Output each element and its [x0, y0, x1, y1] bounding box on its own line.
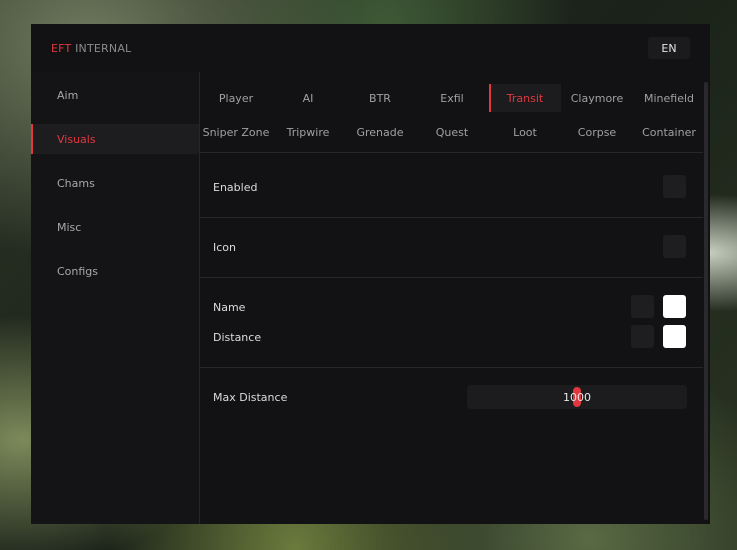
- tab-corpse[interactable]: Corpse: [561, 118, 633, 146]
- icon-label: Icon: [213, 241, 236, 254]
- max-distance-slider[interactable]: 1000: [467, 385, 687, 409]
- scrollbar[interactable]: [704, 82, 708, 520]
- logo-rest-text: INTERNAL: [71, 42, 132, 55]
- enabled-checkbox[interactable]: [663, 175, 686, 198]
- tab-exfil[interactable]: Exfil: [416, 84, 488, 112]
- tab-minefield[interactable]: Minefield: [633, 84, 705, 112]
- divider: [200, 277, 703, 278]
- main-content: Player AI BTR Exfil Transit Claymore Min…: [199, 72, 708, 524]
- slider-value: 1000: [563, 390, 591, 404]
- sidebar-item-configs[interactable]: Configs: [31, 256, 199, 286]
- distance-label: Distance: [213, 331, 262, 344]
- tab-container[interactable]: Container: [633, 118, 705, 146]
- sidebar-item-misc[interactable]: Misc: [31, 212, 199, 242]
- tab-grenade[interactable]: Grenade: [344, 118, 416, 146]
- tab-tripwire[interactable]: Tripwire: [272, 118, 344, 146]
- logo-accent-text: EFT: [51, 42, 72, 55]
- tab-ai[interactable]: AI: [272, 84, 344, 112]
- sidebar-item-chams[interactable]: Chams: [31, 168, 199, 198]
- divider: [200, 217, 703, 218]
- enabled-label: Enabled: [213, 181, 258, 194]
- tab-transit[interactable]: Transit: [489, 84, 561, 112]
- name-color-swatch[interactable]: [663, 295, 686, 318]
- sidebar: Aim Visuals Chams Misc Configs: [31, 72, 199, 524]
- icon-checkbox[interactable]: [663, 235, 686, 258]
- tab-loot[interactable]: Loot: [489, 118, 561, 146]
- divider: [200, 367, 703, 368]
- tab-sniper-zone[interactable]: Sniper Zone: [200, 118, 272, 146]
- name-label: Name: [213, 301, 246, 314]
- tab-btr[interactable]: BTR: [344, 84, 416, 112]
- tab-player[interactable]: Player: [200, 84, 272, 112]
- tab-claymore[interactable]: Claymore: [561, 84, 633, 112]
- app-logo: EFT INTERNAL: [51, 42, 131, 55]
- distance-checkbox[interactable]: [631, 325, 654, 348]
- sidebar-item-visuals[interactable]: Visuals: [31, 124, 199, 154]
- name-checkbox[interactable]: [631, 295, 654, 318]
- language-button[interactable]: EN: [648, 37, 690, 59]
- max-distance-label: Max Distance: [213, 391, 288, 404]
- header: EFT INTERNAL EN: [31, 24, 710, 72]
- app-window: EFT INTERNAL EN Aim Visuals Chams Misc C…: [31, 24, 710, 524]
- tab-quest[interactable]: Quest: [416, 118, 488, 146]
- distance-color-swatch[interactable]: [663, 325, 686, 348]
- sidebar-item-aim[interactable]: Aim: [31, 80, 199, 110]
- divider: [200, 152, 703, 153]
